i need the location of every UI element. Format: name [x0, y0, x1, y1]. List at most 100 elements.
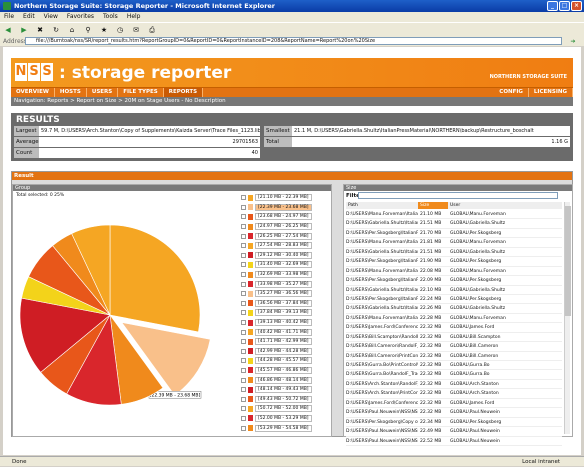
table-row[interactable]: D:\USERS\Manu.Forveman\ItalianPressM...2…: [346, 238, 562, 248]
legend-item[interactable]: [36.56 MB - 37.84 MB]: [241, 299, 327, 309]
col-size[interactable]: Size: [418, 202, 448, 209]
table-row[interactable]: D:\USERS\Paul.Neuwein\NSS\NSS_Inc\...22.…: [346, 408, 562, 418]
checkbox-icon[interactable]: [241, 348, 246, 354]
checkbox-icon[interactable]: [241, 329, 246, 335]
legend-item[interactable]: [42.99 MB - 44.28 MB]: [241, 347, 327, 357]
checkbox-icon[interactable]: [241, 195, 246, 201]
menu-favorites[interactable]: Favorites: [67, 12, 94, 22]
checkbox-icon[interactable]: [241, 272, 246, 278]
pie-chart[interactable]: [22.39 MB - 23.68 MB]: [15, 195, 235, 435]
menu-edit[interactable]: Edit: [23, 12, 35, 22]
stop-icon[interactable]: ✖: [35, 25, 45, 35]
legend-item[interactable]: [22.39 MB - 23.68 MB]: [241, 203, 327, 213]
refresh-icon[interactable]: ↻: [51, 25, 61, 35]
legend-item[interactable]: [26.25 MB - 27.54 MB]: [241, 231, 327, 241]
legend-item[interactable]: [41.71 MB - 42.99 MB]: [241, 337, 327, 347]
checkbox-icon[interactable]: [241, 320, 246, 326]
nav-overview[interactable]: OVERVIEW: [11, 88, 55, 97]
checkbox-icon[interactable]: [241, 406, 246, 412]
history-icon[interactable]: ◷: [115, 25, 125, 35]
forward-icon[interactable]: ▶: [19, 25, 29, 35]
checkbox-icon[interactable]: [241, 252, 246, 258]
maximize-button[interactable]: □: [559, 1, 570, 11]
legend-item[interactable]: [52.00 MB - 53.29 MB]: [241, 414, 327, 424]
table-row[interactable]: D:\USERS\Manu.Forveman\ItalianPressM...2…: [346, 267, 562, 277]
nav-licensing[interactable]: LICENSING: [529, 88, 573, 97]
legend-item[interactable]: [44.28 MB - 45.57 MB]: [241, 356, 327, 366]
checkbox-icon[interactable]: [241, 358, 246, 364]
checkbox-icon[interactable]: [241, 214, 246, 220]
col-path[interactable]: Path: [346, 202, 418, 209]
mail-icon[interactable]: ✉: [131, 25, 141, 35]
table-scrollbar[interactable]: [564, 202, 571, 434]
legend-item[interactable]: [37.84 MB - 39.13 MB]: [241, 308, 327, 318]
table-row[interactable]: D:\USERS\Per.Skogsberg\ItalianPressMa...…: [346, 229, 562, 239]
legend-item[interactable]: [45.57 MB - 46.86 MB]: [241, 366, 327, 376]
table-row[interactable]: D:\USERS\Paul.Neuwein\NSS\NSS_Inc\...22.…: [346, 427, 562, 437]
checkbox-icon[interactable]: [241, 224, 246, 230]
table-row[interactable]: D:\USERS\Bill.Cameron\PrintControl\false…: [346, 352, 562, 361]
legend-item[interactable]: [39.13 MB - 40.42 MB]: [241, 318, 327, 328]
search-icon[interactable]: ⚲: [83, 25, 93, 35]
legend-item[interactable]: [48.14 MB - 49.43 MB]: [241, 385, 327, 395]
menu-file[interactable]: File: [4, 12, 14, 22]
legend-item[interactable]: [29.12 MB - 30.40 MB]: [241, 251, 327, 261]
table-row[interactable]: D:\USERS\Gabriella.Shultz\ItalianPressM.…: [346, 248, 562, 258]
table-row[interactable]: D:\USERS\Bill.Cameron\RandolF_Trading\el…: [346, 342, 562, 352]
legend-item[interactable]: [24.97 MB - 26.25 MB]: [241, 222, 327, 232]
legend-item[interactable]: [46.86 MB - 48.14 MB]: [241, 375, 327, 385]
table-row[interactable]: D:\USERS\Per.Skogsberg\ItalianPressMa...…: [346, 276, 562, 286]
table-row[interactable]: D:\USERS\Paul.Neuwein\NSS\NSS_Inc\...22.…: [346, 437, 562, 446]
pie-slice[interactable]: [109, 224, 201, 333]
go-icon[interactable]: ➔: [562, 38, 584, 45]
table-row[interactable]: D:\USERS\Manu.Forveman\ItalianPressM...2…: [346, 314, 562, 324]
close-button[interactable]: ×: [571, 1, 582, 11]
menu-tools[interactable]: Tools: [103, 12, 118, 22]
legend-item[interactable]: [32.69 MB - 33.98 MB]: [241, 270, 327, 280]
legend-item[interactable]: [31.40 MB - 32.69 MB]: [241, 260, 327, 270]
checkbox-icon[interactable]: [241, 367, 246, 373]
checkbox-icon[interactable]: [241, 281, 246, 287]
nav-file-types[interactable]: FILE TYPES: [118, 88, 164, 97]
checkbox-icon[interactable]: [241, 262, 246, 268]
checkbox-icon[interactable]: [241, 396, 246, 402]
nav-hosts[interactable]: HOSTS: [55, 88, 87, 97]
checkbox-icon[interactable]: [241, 291, 246, 297]
checkbox-icon[interactable]: [241, 310, 246, 316]
checkbox-icon[interactable]: [241, 425, 246, 431]
checkbox-icon[interactable]: [241, 233, 246, 239]
menu-view[interactable]: View: [44, 12, 58, 22]
address-input[interactable]: file:///Burntoak/nss/SR/report_results.h…: [25, 37, 562, 45]
legend-item[interactable]: [40.42 MB - 41.71 MB]: [241, 327, 327, 337]
print-icon[interactable]: ⎙: [147, 25, 157, 35]
checkbox-icon[interactable]: [241, 300, 246, 306]
table-row[interactable]: D:\USERS\Gabriella.Shultz\ItalianPressM.…: [346, 286, 562, 295]
scroll-thumb[interactable]: [565, 206, 571, 316]
legend-item[interactable]: [49.43 MB - 50.72 MB]: [241, 394, 327, 404]
table-row[interactable]: D:\USERS\Gurra.Bo\PrintControl\falsesiv.…: [346, 361, 562, 371]
table-row[interactable]: D:\USERS\Gurra.Bo\RandolF_Trading\els\..…: [346, 370, 562, 380]
table-row[interactable]: D:\USERS\Arch.Stanton\PrintControl\falsi…: [346, 389, 562, 399]
legend-item[interactable]: [23.68 MB - 24.97 MB]: [241, 212, 327, 222]
nav-config[interactable]: CONFIG: [494, 88, 529, 97]
home-icon[interactable]: ⌂: [67, 25, 77, 35]
checkbox-icon[interactable]: [241, 243, 246, 249]
legend-item[interactable]: [35.27 MB - 36.56 MB]: [241, 289, 327, 299]
menu-help[interactable]: Help: [127, 12, 141, 22]
legend-item[interactable]: [53.29 MB - 54.58 MB]: [241, 423, 327, 433]
nav-users[interactable]: USERS: [87, 88, 119, 97]
table-row[interactable]: D:\USERS\Arch.Stanton\RandolF_Trading\..…: [346, 380, 562, 390]
nav-reports[interactable]: REPORTS: [163, 88, 204, 97]
legend-item[interactable]: [50.72 MB - 52.00 MB]: [241, 404, 327, 414]
table-row[interactable]: D:\USERS\Per.Skogsberg\ItalianPressMa...…: [346, 295, 562, 305]
filter-input[interactable]: [358, 192, 558, 199]
checkbox-icon[interactable]: [241, 387, 246, 393]
table-row[interactable]: D:\USERS\James.Ford\Conferences\Pari...2…: [346, 323, 562, 333]
checkbox-icon[interactable]: [241, 377, 246, 383]
minimize-button[interactable]: _: [547, 1, 558, 11]
table-row[interactable]: D:\USERS\Gabriella.Shultz\ItalianPressM.…: [346, 304, 562, 314]
favorites-icon[interactable]: ★: [99, 25, 109, 35]
table-row[interactable]: D:\USERS\Manu.Forveman\ItalianPressM...2…: [346, 210, 562, 220]
legend-item[interactable]: [21.10 MB - 22.39 MB]: [241, 193, 327, 203]
legend-item[interactable]: [33.98 MB - 35.27 MB]: [241, 279, 327, 289]
